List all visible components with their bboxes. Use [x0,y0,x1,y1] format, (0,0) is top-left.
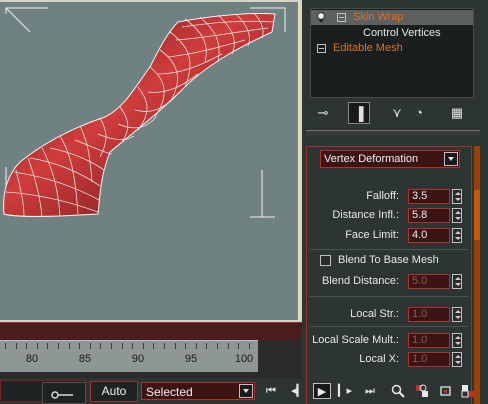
stack-item-label: Skin Wrap [353,11,404,23]
local-str-label: Local Str.: [350,308,399,320]
timeline-minor-tick [47,343,49,349]
timeline-minor-tick [89,343,91,349]
local-x-spinner[interactable] [452,352,462,367]
blend-distance-label: Blend Distance: [321,275,399,287]
local-x-label: Local X: [359,353,399,365]
play-icon[interactable]: ▶ [313,383,331,399]
key-icon [51,391,73,399]
distance-infl-label: Distance Infl.: [332,209,399,221]
auto-key-button[interactable]: Auto Key [90,381,138,404]
stack-item-control-vertices[interactable]: Control Vertices [311,26,473,41]
local-scale-mult-field[interactable]: 1.0 [408,333,450,348]
local-str-field[interactable]: 1.0 [408,307,450,322]
stack-item-skin-wrap[interactable]: Skin Wrap [311,10,473,25]
timeline-minor-tick [100,343,102,349]
panel-scrollbar-thumb[interactable] [474,190,480,240]
falloff-spinner[interactable] [452,189,462,204]
timeline-minor-tick [248,343,250,349]
timeline-ruler[interactable]: 80 85 90 95 100 [0,340,258,372]
timeline-minor-tick [238,343,240,349]
dropdown-value: Selected [146,385,193,399]
chevron-down-icon[interactable] [444,152,458,166]
blend-to-base-mesh-checkbox[interactable] [320,255,331,266]
rollout-divider [310,326,468,327]
distance-infl-field[interactable]: 5.8 [408,208,450,223]
timeline-minor-tick [227,343,229,349]
perspective-viewport[interactable] [0,0,302,322]
modifier-stack[interactable]: Skin Wrap Control Vertices Editable Mesh [310,8,474,98]
timeline-minor-tick [206,343,208,349]
blend-to-base-mesh-label: Blend To Base Mesh [338,254,439,266]
blend-distance-spinner[interactable] [452,274,462,289]
timeline-minor-tick [185,343,187,349]
rollout-divider [310,249,468,250]
chevron-down-icon[interactable] [239,384,253,398]
lightbulb-icon[interactable] [316,12,326,23]
stack-item-label: Control Vertices [363,27,441,39]
configure-modifier-sets-icon[interactable]: ▦ [446,102,468,124]
go-to-start-icon[interactable]: ⏮ [262,383,280,399]
timeline-minor-tick [142,343,144,349]
timeline-minor-tick [79,343,81,349]
viewport-active-border [0,2,300,320]
remove-modifier-icon[interactable]: ◔ [408,102,430,124]
timeline-minor-tick [174,343,176,349]
panel-scrollbar[interactable] [474,146,480,404]
stack-toolbar: ⊸ ▐ ⋎ ◔ ▦ [310,102,474,124]
timeline-minor-tick [217,343,218,349]
timeline-minor-tick [5,343,6,349]
timeline-minor-tick [195,343,197,349]
show-end-result-icon[interactable]: ▐ [348,102,370,124]
timeline-minor-tick [26,343,28,349]
face-limit-label: Face Limit: [345,229,399,241]
deformation-mode-dropdown[interactable]: Vertex Deformation [320,150,460,168]
make-unique-icon[interactable]: ⋎ [386,102,408,124]
key-filter-dropdown[interactable]: Selected [141,382,255,400]
timeline-tick-label: 95 [184,353,198,365]
zoom-all-icon[interactable] [414,383,430,399]
timeline-minor-tick [132,343,134,349]
timeline-minor-tick [164,343,165,349]
pin-stack-icon[interactable]: ⊸ [312,102,334,124]
local-x-field[interactable]: 1.0 [408,352,450,367]
viewport-status-band [0,322,302,340]
blend-distance-field[interactable]: 5.0 [408,274,450,289]
zoom-extents-icon[interactable] [438,383,454,399]
rollout-divider [310,296,468,297]
expand-icon[interactable] [317,44,326,53]
timeline-minor-tick [121,343,123,349]
set-key-button[interactable] [42,382,86,404]
go-to-end-icon[interactable]: ⏭ [361,383,379,399]
distance-infl-spinner[interactable] [452,208,462,223]
timeline-tick-label: 85 [78,353,92,365]
timeline-tick-label: 100 [234,353,254,365]
collapse-icon[interactable] [337,13,346,22]
local-scale-mult-label: Local Scale Mult.: [312,334,399,346]
face-limit-field[interactable]: 4.0 [408,228,450,243]
timeline-tick-label: 80 [25,353,39,365]
next-frame-icon[interactable]: ▎▸ [336,383,354,399]
timeline-minor-tick [68,343,70,349]
timeline-minor-tick [111,343,112,349]
timeline-minor-tick [58,343,59,349]
rollout-header-bar[interactable] [306,130,480,136]
timeline-minor-tick [36,343,38,349]
stack-item-editable-mesh[interactable]: Editable Mesh [311,41,473,56]
face-limit-spinner[interactable] [452,228,462,243]
dropdown-value: Vertex Deformation [324,153,419,165]
timeline-minor-tick [15,343,17,349]
stack-item-label: Editable Mesh [333,42,403,54]
local-str-spinner[interactable] [452,307,462,322]
falloff-label: Falloff: [366,190,399,202]
falloff-field[interactable]: 3.5 [408,189,450,204]
previous-frame-icon[interactable]: ◂▎ [289,383,307,399]
zoom-icon[interactable] [390,383,406,399]
zoom-extents-all-icon[interactable] [460,383,476,399]
local-scale-mult-spinner[interactable] [452,333,462,348]
timeline-minor-tick [153,343,155,349]
timeline-tick-label: 90 [131,353,145,365]
